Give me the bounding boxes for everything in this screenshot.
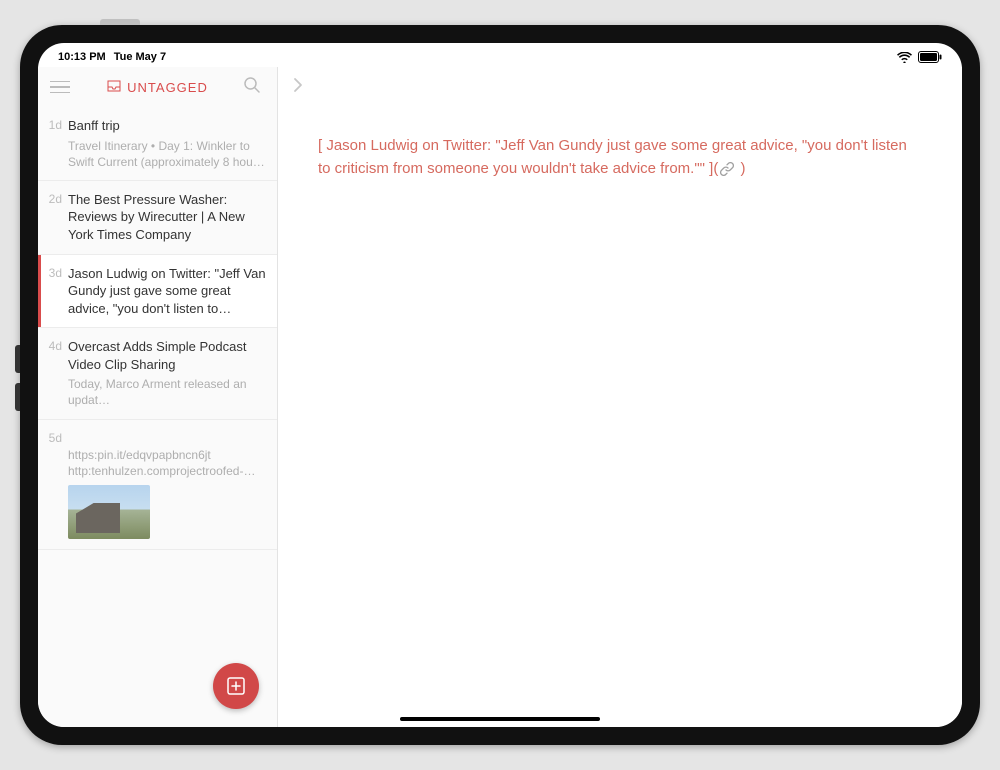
search-button[interactable] bbox=[243, 76, 267, 99]
detail-header bbox=[278, 67, 962, 107]
note-age: 2d bbox=[44, 191, 68, 244]
sidebar-header: UNTAGGED bbox=[38, 67, 277, 107]
note-text: Jason Ludwig on Twitter: "Jeff Van Gundy… bbox=[318, 137, 907, 177]
status-bar: 10:13 PM Tue May 7 bbox=[38, 47, 962, 67]
note-title: Banff trip bbox=[68, 117, 267, 135]
home-indicator[interactable] bbox=[400, 717, 600, 721]
note-preview: https:pin.it/edqvpapbncn6jt http:tenhulz… bbox=[68, 447, 267, 479]
note-thumbnail bbox=[68, 485, 150, 539]
app-body: UNTAGGED 1d Banff trip Travel Itinerary … bbox=[38, 67, 962, 727]
status-date: Tue May 7 bbox=[114, 51, 166, 63]
link-bracket-mid: ]( bbox=[705, 160, 718, 177]
status-time: 10:13 PM bbox=[58, 51, 106, 63]
menu-button[interactable] bbox=[48, 77, 72, 98]
inbox-icon bbox=[107, 80, 121, 95]
note-title: Overcast Adds Simple Podcast Video Clip … bbox=[68, 338, 267, 373]
sidebar-title: UNTAGGED bbox=[80, 80, 235, 95]
new-note-button[interactable] bbox=[213, 663, 259, 709]
note-item[interactable]: 2d The Best Pressure Washer: Reviews by … bbox=[38, 181, 277, 255]
note-title bbox=[68, 430, 267, 444]
note-preview: Travel Itinerary • Day 1: Winkler to Swi… bbox=[68, 138, 267, 170]
note-age: 3d bbox=[44, 265, 68, 318]
note-age: 4d bbox=[44, 338, 68, 408]
note-title: Jason Ludwig on Twitter: "Jeff Van Gundy… bbox=[68, 265, 267, 318]
note-item[interactable]: 4d Overcast Adds Simple Podcast Video Cl… bbox=[38, 328, 277, 419]
note-item-selected[interactable]: 3d Jason Ludwig on Twitter: "Jeff Van Gu… bbox=[38, 255, 277, 329]
note-item[interactable]: 1d Banff trip Travel Itinerary • Day 1: … bbox=[38, 107, 277, 181]
note-list[interactable]: 1d Banff trip Travel Itinerary • Day 1: … bbox=[38, 107, 277, 727]
battery-icon bbox=[918, 51, 942, 63]
screen: 10:13 PM Tue May 7 bbox=[38, 43, 962, 727]
note-item[interactable]: 5d https:pin.it/edqvpapbncn6jt http:tenh… bbox=[38, 420, 277, 550]
ipad-frame: 10:13 PM Tue May 7 bbox=[20, 25, 980, 745]
collapse-sidebar-button[interactable] bbox=[288, 72, 308, 103]
link-icon bbox=[720, 162, 734, 176]
link-bracket-close: ) bbox=[736, 160, 745, 177]
detail-pane: [ Jason Ludwig on Twitter: "Jeff Van Gun… bbox=[278, 67, 962, 727]
sidebar: UNTAGGED 1d Banff trip Travel Itinerary … bbox=[38, 67, 278, 727]
note-content[interactable]: [ Jason Ludwig on Twitter: "Jeff Van Gun… bbox=[278, 107, 962, 208]
note-title: The Best Pressure Washer: Reviews by Wir… bbox=[68, 191, 267, 244]
note-age: 5d bbox=[44, 430, 68, 539]
hardware-buttons bbox=[15, 345, 20, 421]
note-preview: Today, Marco Arment released an updat… bbox=[68, 376, 267, 408]
note-age: 1d bbox=[44, 117, 68, 170]
wifi-icon bbox=[897, 52, 912, 63]
sidebar-title-text: UNTAGGED bbox=[127, 80, 208, 95]
